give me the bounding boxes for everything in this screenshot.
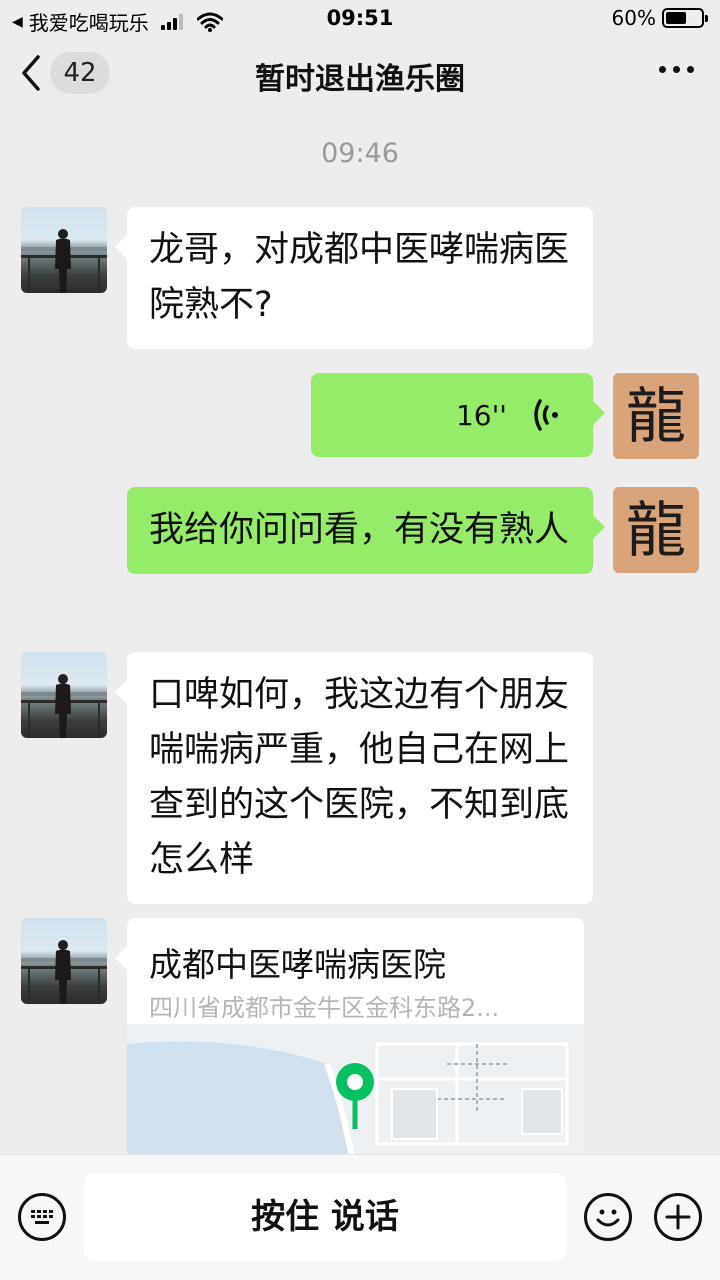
battery-percent: 60%	[611, 6, 656, 30]
seal-avatar-icon: 龍	[626, 496, 686, 566]
seal-char: 龍	[626, 382, 686, 452]
location-bubble-tail	[115, 946, 127, 970]
voice-duration: 16''	[455, 398, 507, 432]
hold-to-talk-button[interactable]: 按住 说话	[84, 1173, 566, 1261]
nav-bar: 42 暂时退出渔乐圈	[0, 40, 720, 106]
seal-avatar-icon: 龍	[626, 382, 686, 452]
location-map[interactable]	[127, 1024, 584, 1158]
voice-wave-icon	[534, 399, 558, 431]
seal-char: 龍	[626, 496, 686, 566]
chat-timestamp: 09:46	[321, 138, 399, 169]
message-text: 我给你问问看，有没有熟人	[149, 510, 570, 550]
keyboard-icon[interactable]	[18, 1193, 66, 1241]
message-bubble-received[interactable]: 龙哥，对成都中医哮喘病医院熟不?	[115, 207, 593, 349]
status-bar: ◀ 我爱吃喝玩乐 09:51 60%	[0, 0, 720, 40]
location-name: 成都中医哮喘病医院	[149, 945, 446, 984]
person-photo-icon	[21, 229, 107, 293]
my-avatar[interactable]: 龍	[613, 373, 699, 459]
battery-icon	[662, 8, 708, 28]
contact-avatar[interactable]	[21, 918, 107, 1004]
my-avatar[interactable]: 龍	[613, 487, 699, 573]
more-icon[interactable]	[659, 66, 694, 73]
map-thumbnail	[127, 1024, 584, 1158]
voice-message-bubble[interactable]: 16''	[311, 373, 605, 457]
location-message-card[interactable]: 成都中医哮喘病医院 四川省成都市金牛区金科东路2...	[127, 918, 584, 1158]
emoji-icon[interactable]	[584, 1193, 632, 1241]
plus-icon[interactable]	[654, 1193, 702, 1241]
battery-fill	[666, 12, 687, 24]
chat-title: 暂时退出渔乐圈	[255, 62, 465, 97]
status-right: 60%	[611, 6, 708, 30]
input-bar: 按住 说话	[0, 1154, 720, 1280]
contact-avatar[interactable]	[21, 652, 107, 738]
location-address: 四川省成都市金牛区金科东路2...	[149, 994, 500, 1022]
message-text: 龙哥，对成都中医哮喘病医院熟不?	[149, 230, 570, 325]
message-bubble-received[interactable]: 口啤如何，我这边有个朋友喘喘病严重，他自己在网上查到的这个医院，不知到底怎么样	[115, 652, 593, 904]
message-bubble-sent[interactable]: 我给你问问看，有没有熟人	[127, 487, 605, 574]
message-text: 口啤如何，我这边有个朋友喘喘病严重，他自己在网上查到的这个医院，不知到底怎么样	[149, 675, 570, 880]
person-photo-icon	[21, 940, 107, 1004]
person-photo-icon	[21, 674, 107, 738]
contact-avatar[interactable]	[21, 207, 107, 293]
